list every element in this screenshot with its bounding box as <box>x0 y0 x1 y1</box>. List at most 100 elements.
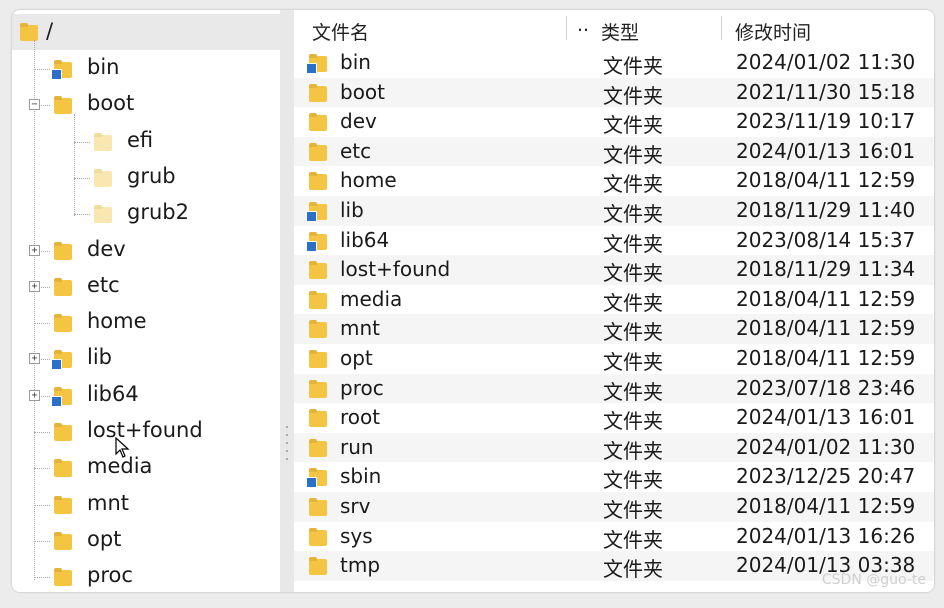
expand-icon[interactable]: + <box>29 280 40 292</box>
file-modified: 2023/11/19 10:17 <box>736 109 916 134</box>
file-row[interactable]: srv 文件夹 2018/04/11 12:59 <box>294 492 934 522</box>
file-name: media <box>340 286 403 311</box>
file-type: 文件夹 <box>603 231 663 256</box>
file-modified: 2023/12/25 20:47 <box>736 464 916 489</box>
file-row[interactable]: sbin 文件夹 2023/12/25 20:47 <box>294 462 934 492</box>
file-type: 文件夹 <box>603 409 663 434</box>
file-row[interactable]: lib64 文件夹 2023/08/14 15:37 <box>294 226 934 256</box>
file-type: 文件夹 <box>603 527 663 552</box>
file-modified: 2018/04/11 12:59 <box>736 286 916 311</box>
folder-link-icon <box>306 202 327 222</box>
folder-icon <box>20 23 38 41</box>
expand-icon[interactable]: + <box>29 353 40 365</box>
file-row[interactable]: etc 文件夹 2024/01/13 16:01 <box>294 136 934 167</box>
directory-tree[interactable]: / bin − boot efi grub grub2 + dev + etc home + lib + l… <box>12 10 280 592</box>
expand-icon[interactable]: + <box>29 389 40 401</box>
file-row[interactable]: opt 文件夹 2018/04/11 12:59 <box>294 344 934 374</box>
collapse-icon[interactable]: − <box>29 99 40 111</box>
tree-item-label: bin <box>87 55 120 79</box>
tree-item-label: etc <box>87 272 120 297</box>
file-row[interactable]: bin 文件夹 2024/01/02 11:30 <box>294 48 934 78</box>
file-modified: 2024/01/02 11:30 <box>736 434 916 459</box>
file-name: boot <box>340 79 386 104</box>
folder-icon <box>54 96 72 115</box>
file-type: 文件夹 <box>603 438 663 463</box>
file-type: 文件夹 <box>603 379 663 404</box>
tree-item[interactable]: proc <box>12 558 280 592</box>
tree-root-label: / <box>46 19 54 43</box>
tree-item[interactable]: − boot <box>12 86 280 122</box>
folder-icon <box>309 142 327 161</box>
tree-item[interactable]: bin <box>12 50 280 86</box>
file-list[interactable]: 文件名 .. 类型 修改时间 bin 文件夹 2024/01/02 11:30 boo… <box>294 10 934 592</box>
file-row[interactable]: boot 文件夹 2021/11/30 15:18 <box>294 77 934 108</box>
file-name: mnt <box>340 316 380 341</box>
file-row[interactable]: home 文件夹 2018/04/11 12:59 <box>294 166 934 196</box>
folder-icon <box>54 531 72 550</box>
tree-item[interactable]: + etc <box>12 268 280 304</box>
file-type: 文件夹 <box>603 54 663 78</box>
tree-item[interactable]: grub2 <box>12 195 280 231</box>
tree-item-label: grub <box>127 163 176 188</box>
tree-item-label: efi <box>127 127 154 152</box>
file-name: sys <box>340 523 373 548</box>
expand-icon[interactable]: + <box>29 244 40 256</box>
file-row[interactable]: run 文件夹 2024/01/02 11:30 <box>294 432 934 463</box>
pane-splitter[interactable] <box>280 10 294 592</box>
file-row[interactable]: dev 文件夹 2023/11/19 10:17 <box>294 107 934 137</box>
file-type: 文件夹 <box>603 498 663 522</box>
file-modified: 2023/08/14 15:37 <box>736 227 916 252</box>
folder-icon <box>94 205 112 224</box>
tree-item[interactable]: + dev <box>12 232 280 268</box>
tree-item-label: home <box>87 309 147 334</box>
file-name: lib <box>340 198 364 222</box>
folder-icon <box>309 83 327 102</box>
file-type: 文件夹 <box>603 113 663 138</box>
file-row[interactable]: sys 文件夹 2024/01/13 16:26 <box>294 522 934 552</box>
column-header-name[interactable]: 文件名 <box>312 18 369 45</box>
folder-icon <box>309 320 327 339</box>
tree-item[interactable]: home <box>12 304 280 340</box>
file-type: 文件夹 <box>603 557 663 582</box>
file-modified: 2018/04/11 12:59 <box>736 168 916 193</box>
file-row[interactable]: root 文件夹 2024/01/13 16:01 <box>294 403 934 433</box>
folder-icon <box>54 314 72 333</box>
folder-link-icon <box>306 231 327 252</box>
column-header-modified[interactable]: 修改时间 <box>735 18 811 45</box>
file-modified: 2023/07/18 23:46 <box>736 375 916 400</box>
file-name: etc <box>340 138 372 163</box>
tree-item[interactable]: opt <box>12 522 280 558</box>
tree-item[interactable]: + lib64 <box>12 377 280 413</box>
file-name: bin <box>340 50 371 74</box>
file-type: 文件夹 <box>603 320 663 345</box>
file-row[interactable]: mnt 文件夹 2018/04/11 12:59 <box>294 314 934 344</box>
folder-icon <box>309 409 327 428</box>
file-modified: 2018/11/29 11:40 <box>736 198 916 222</box>
file-name: tmp <box>340 553 381 578</box>
tree-item[interactable]: lost+found <box>12 413 280 449</box>
file-name: dev <box>340 109 377 134</box>
folder-icon <box>94 132 112 151</box>
folder-icon <box>309 350 327 368</box>
file-row[interactable]: lost+found 文件夹 2018/11/29 11:34 <box>294 255 934 285</box>
column-header-type[interactable]: 类型 <box>601 18 639 45</box>
tree-item[interactable]: + lib <box>12 340 280 376</box>
file-name: lost+found <box>340 257 451 282</box>
file-row[interactable]: lib 文件夹 2018/11/29 11:40 <box>294 196 934 226</box>
file-type: 文件夹 <box>603 468 663 493</box>
tree-item[interactable]: efi <box>12 123 280 159</box>
tree-root-item[interactable]: / <box>12 14 280 50</box>
file-type: 文件夹 <box>603 290 663 315</box>
tree-item[interactable]: mnt <box>12 486 280 522</box>
tree-item[interactable]: grub <box>12 159 280 195</box>
folder-icon <box>309 498 327 516</box>
file-modified: 2018/04/11 12:59 <box>736 346 916 370</box>
file-name: srv <box>340 494 371 518</box>
folder-icon <box>309 113 327 132</box>
tree-item[interactable]: media <box>12 449 280 485</box>
file-row[interactable]: proc 文件夹 2023/07/18 23:46 <box>294 373 934 404</box>
file-row[interactable]: media 文件夹 2018/04/11 12:59 <box>294 285 934 315</box>
mouse-cursor-icon <box>115 437 130 458</box>
file-type: 文件夹 <box>603 202 663 226</box>
folder-icon <box>309 379 327 398</box>
